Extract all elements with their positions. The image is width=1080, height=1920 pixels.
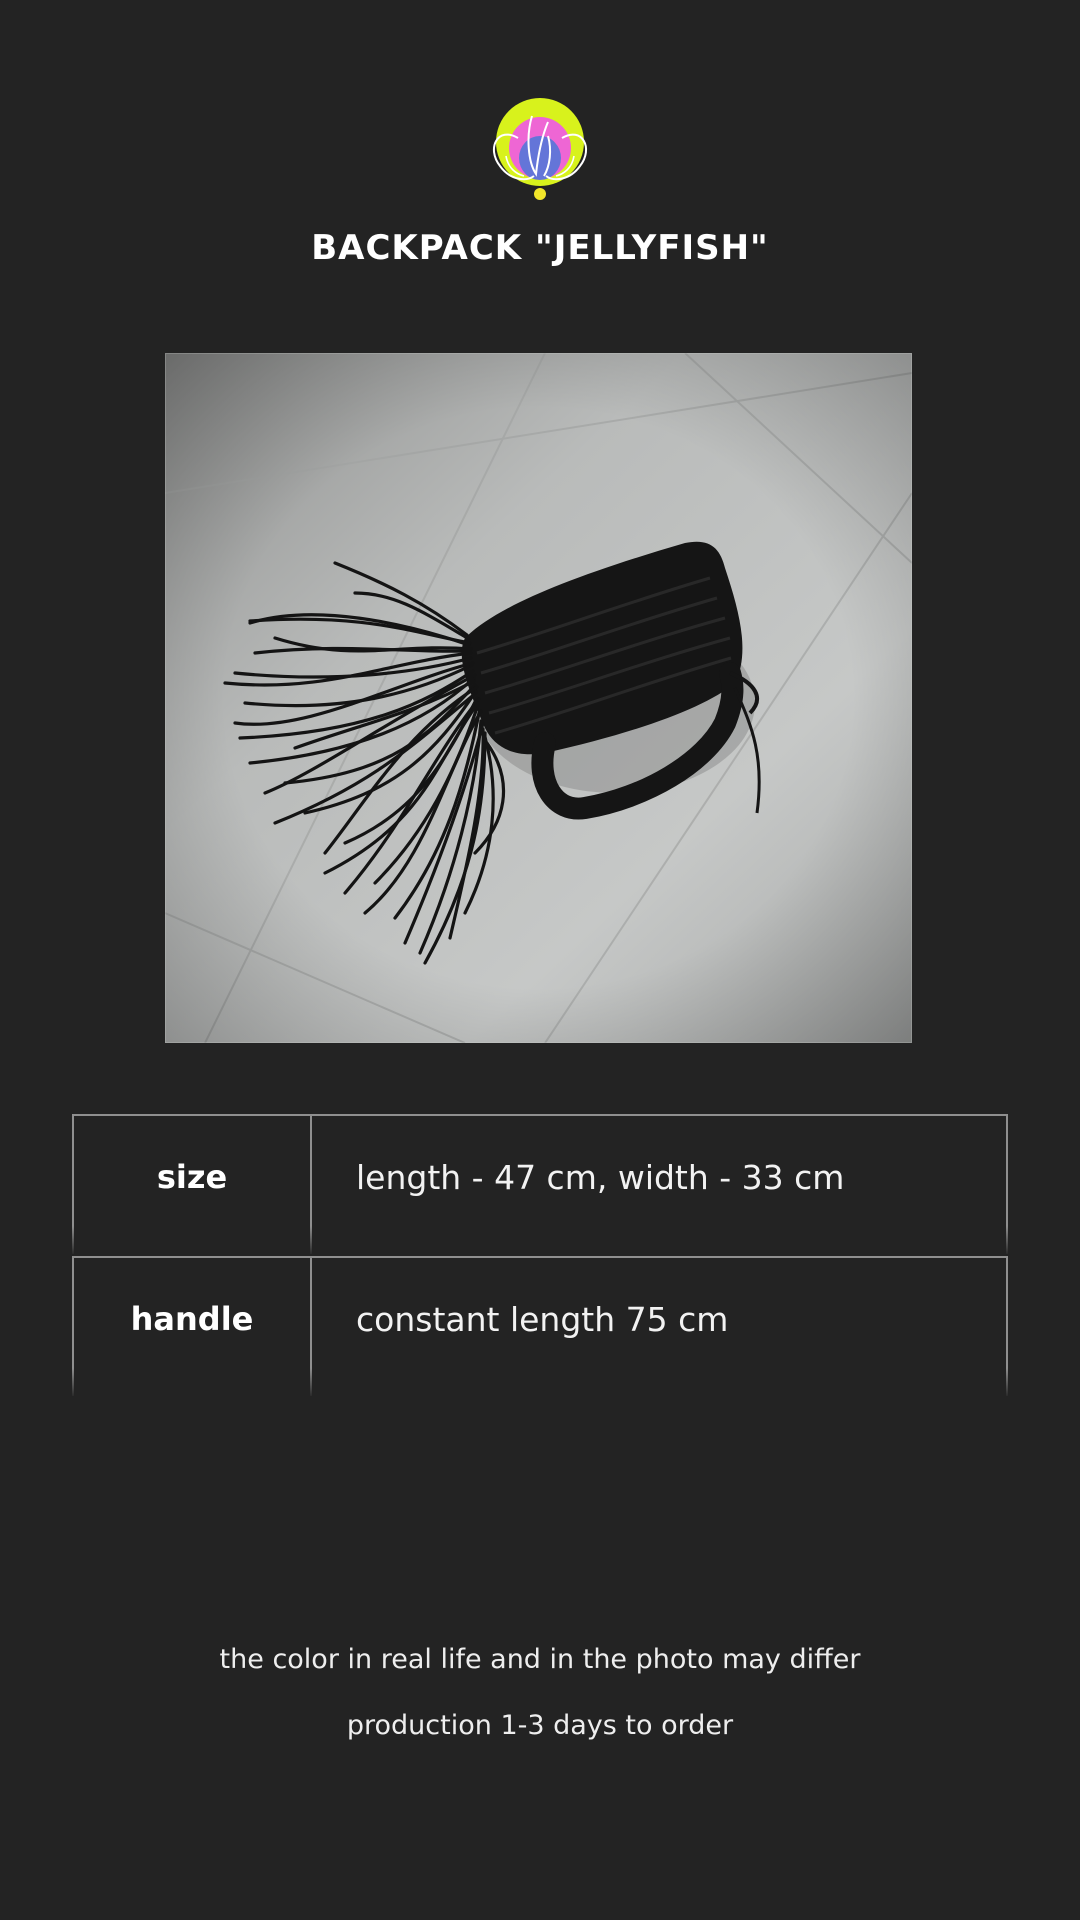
- spec-label-cell: size: [74, 1116, 312, 1254]
- specs-table: size length - 47 cm, width - 33 cm handl…: [72, 1114, 1008, 1398]
- note-production-time: production 1-3 days to order: [346, 1710, 734, 1741]
- product-photo: [165, 353, 912, 1043]
- spec-label-handle: handle: [130, 1300, 254, 1338]
- product-notes: the color in real life and in the photo …: [0, 1640, 1080, 1772]
- jellyfish-logo-icon: [478, 96, 602, 206]
- spec-value-size: length - 47 cm, width - 33 cm: [356, 1158, 845, 1197]
- spec-value-handle: constant length 75 cm: [356, 1300, 729, 1339]
- spec-row-size: size length - 47 cm, width - 33 cm: [72, 1114, 1008, 1256]
- spec-label-cell: handle: [74, 1258, 312, 1396]
- note-color-disclaimer: the color in real life and in the photo …: [219, 1644, 861, 1675]
- spec-label-size: size: [156, 1158, 228, 1196]
- spec-row-handle: handle constant length 75 cm: [72, 1256, 1008, 1398]
- product-title: BACKPACK "JELLYFISH": [311, 228, 769, 268]
